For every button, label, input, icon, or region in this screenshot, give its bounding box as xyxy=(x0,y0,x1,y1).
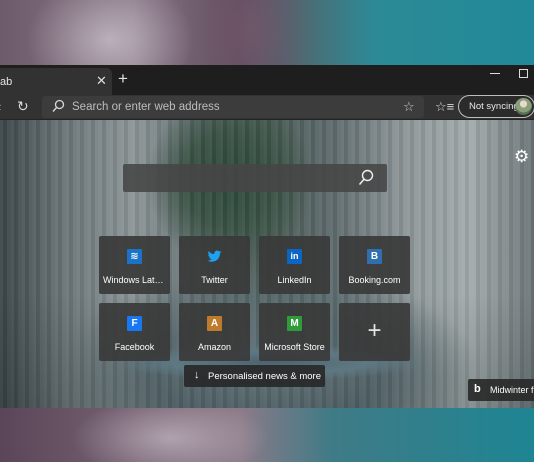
quick-link-tile[interactable]: A Amazon xyxy=(179,303,250,361)
quick-link-tile[interactable]: in LinkedIn xyxy=(259,236,330,294)
close-tab-icon[interactable]: ✕ xyxy=(96,73,107,89)
tile-label: Twitter xyxy=(201,275,228,285)
quick-link-tile[interactable]: M Microsoft Store xyxy=(259,303,330,361)
tab-strip: ab ✕ + xyxy=(0,65,534,95)
tile-label: Booking.com xyxy=(348,275,401,285)
add-tile-icon: + xyxy=(367,317,382,344)
quick-link-tile[interactable]: ≋ Windows Late... xyxy=(99,236,170,294)
microsoft-store-icon: M xyxy=(287,316,302,331)
web-search-box[interactable] xyxy=(123,164,387,192)
navigation-toolbar: ‹ ↻ ☆ ☆≡ Not syncing xyxy=(0,95,534,120)
new-tab-page: ⚙ ≋ Windows Late... Twitter in LinkedIn … xyxy=(0,120,534,408)
maximize-icon[interactable] xyxy=(519,69,528,78)
add-quick-link-button[interactable]: + xyxy=(339,303,410,361)
tile-label: Microsoft Store xyxy=(264,342,325,352)
facebook-icon: F xyxy=(127,316,142,331)
tab-title: ab xyxy=(0,76,13,88)
address-bar[interactable]: ☆ xyxy=(42,96,424,118)
windows-latest-icon: ≋ xyxy=(127,249,142,264)
search-icon xyxy=(52,99,65,112)
profile-sync-button[interactable]: Not syncing xyxy=(458,95,534,118)
browser-window: ab ✕ + ‹ ↻ ☆ ☆≡ Not syncing ⚙ xyxy=(0,65,534,408)
image-credit-button[interactable]: b Midwinter fr xyxy=(468,379,534,401)
tile-label: LinkedIn xyxy=(277,275,312,285)
search-icon[interactable] xyxy=(358,169,374,186)
news-button-label: Personalised news & more xyxy=(208,371,321,382)
booking-icon: B xyxy=(367,249,382,264)
avatar xyxy=(515,98,532,115)
bing-icon: b xyxy=(474,383,481,395)
desktop-background xyxy=(0,408,534,462)
tile-label: Amazon xyxy=(197,342,232,352)
add-favorite-star-icon[interactable]: ☆ xyxy=(403,99,415,115)
favorites-icon[interactable]: ☆≡ xyxy=(435,99,454,115)
personalised-news-button[interactable]: ↓ Personalised news & more xyxy=(184,365,325,387)
arrow-down-icon: ↓ xyxy=(194,369,200,381)
quick-link-tile[interactable]: F Facebook xyxy=(99,303,170,361)
sync-status-label: Not syncing xyxy=(469,101,519,112)
tile-label: Facebook xyxy=(114,342,155,352)
linkedin-icon: in xyxy=(287,249,302,264)
new-tab-button[interactable]: + xyxy=(116,69,130,89)
search-input[interactable] xyxy=(131,170,351,186)
refresh-icon[interactable]: ↻ xyxy=(17,98,29,115)
tile-label: Windows Late... xyxy=(103,275,168,285)
tab-new-tab[interactable]: ab ✕ xyxy=(0,68,112,95)
back-arrow-icon[interactable]: ‹ xyxy=(0,99,1,114)
quick-link-tile[interactable]: B Booking.com xyxy=(339,236,410,294)
quick-link-tile[interactable]: Twitter xyxy=(179,236,250,294)
address-input[interactable] xyxy=(72,100,372,114)
image-credit-label: Midwinter fr xyxy=(490,385,534,395)
minimize-icon[interactable] xyxy=(490,73,500,74)
gear-icon[interactable]: ⚙ xyxy=(514,147,529,167)
amazon-icon: A xyxy=(207,316,222,331)
twitter-icon xyxy=(207,249,222,264)
